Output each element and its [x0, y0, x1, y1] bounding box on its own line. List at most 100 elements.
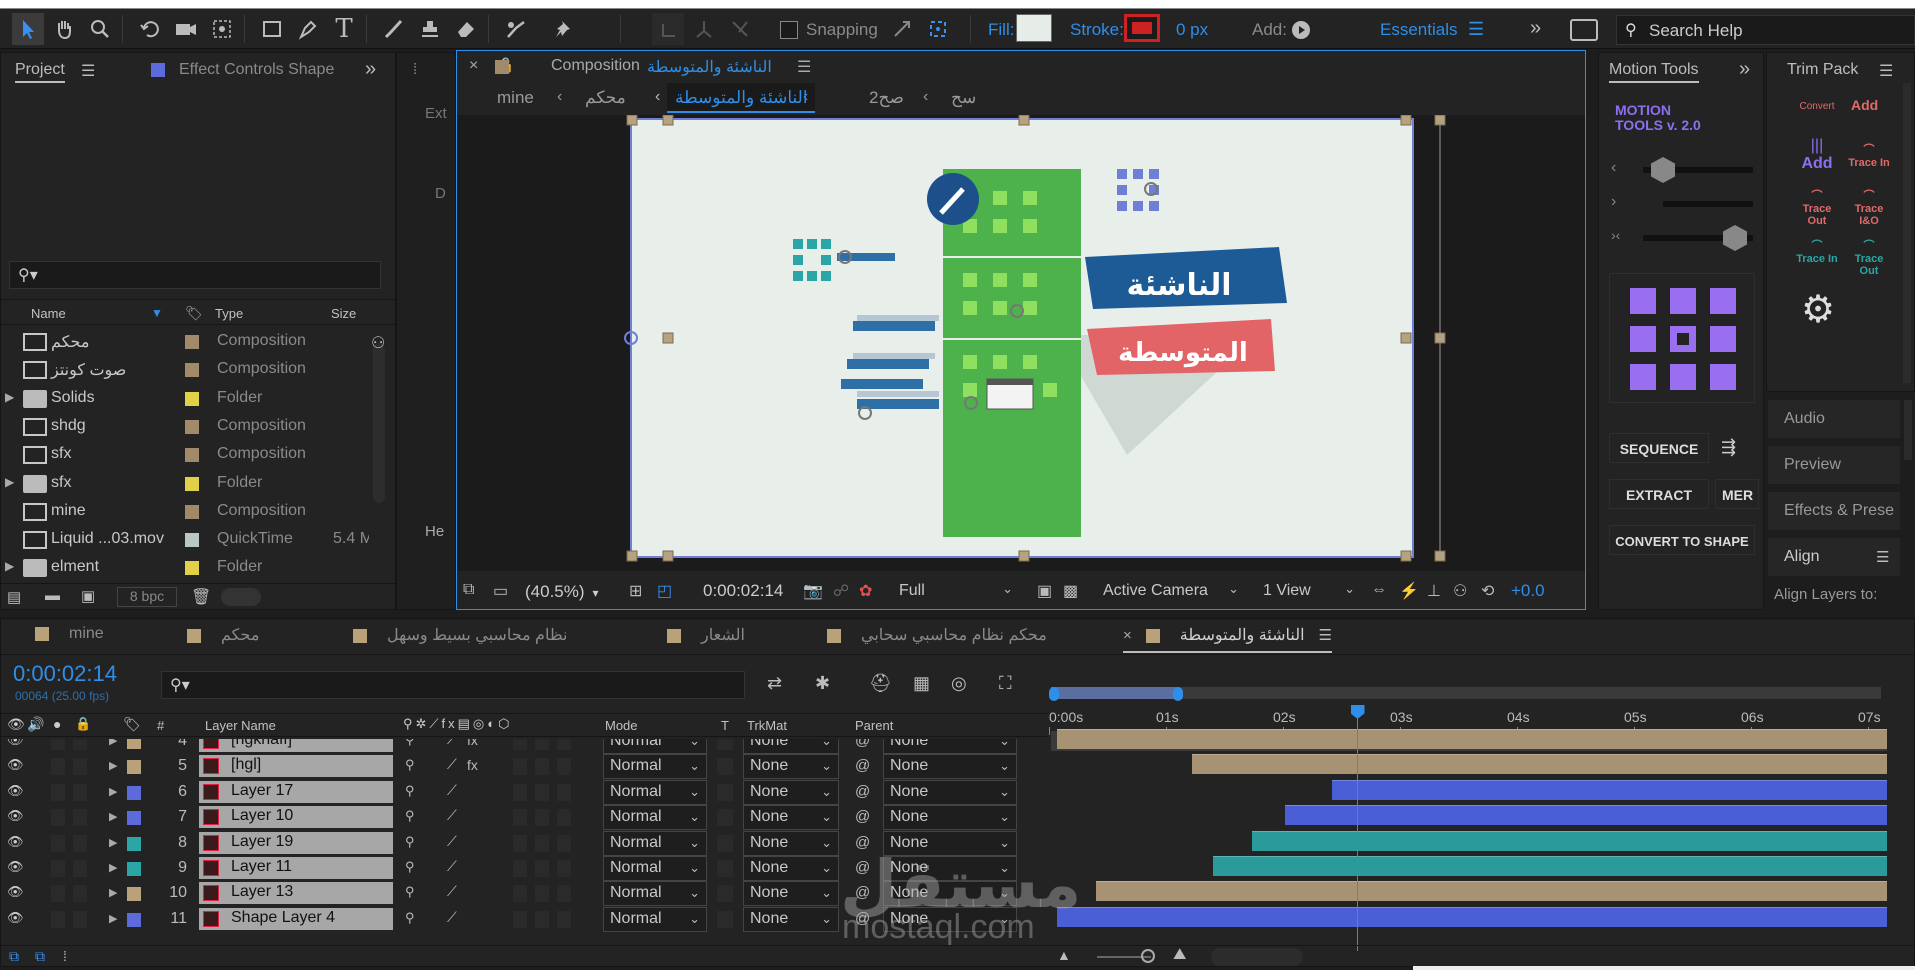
expand-arrow-icon[interactable]: ▶ [5, 390, 14, 404]
close-tab-icon[interactable]: × [469, 57, 478, 75]
eye-icon[interactable]: 👁 [7, 757, 24, 773]
solo-box[interactable] [51, 910, 65, 928]
mode-dropdown[interactable]: Normal ⌄ [603, 739, 707, 754]
expand-arrow-icon[interactable]: ▶ [109, 912, 117, 925]
motion-slider-2[interactable] [1663, 201, 1753, 207]
quality-switch-icon[interactable]: ⟋ [447, 782, 457, 799]
expand-arrow-icon[interactable]: ▶ [109, 836, 117, 849]
eraser-tool-icon[interactable] [450, 13, 482, 45]
gear-icon[interactable]: ⚙ [1801, 287, 1835, 332]
new-folder-icon[interactable]: ▬ [45, 587, 60, 604]
expand-arrow-icon[interactable]: ▶ [109, 759, 117, 772]
layer-label-swatch[interactable] [127, 739, 141, 749]
column-size[interactable]: Size [331, 306, 356, 321]
label-color-swatch[interactable] [185, 476, 199, 491]
motion-blur-icon[interactable]: ◎ [951, 673, 967, 694]
panel-overflow-icon[interactable]: » [365, 58, 376, 81]
audio-switch-icon[interactable]: 🔊 [27, 716, 44, 733]
world-axis-icon[interactable] [688, 13, 720, 45]
fast-preview-icon[interactable]: ⚡ [1399, 581, 1419, 601]
trkmat-dropdown[interactable]: None ⌄ [743, 739, 839, 754]
keyboard-shortcut-icon[interactable] [1570, 19, 1598, 41]
eye-icon[interactable]: 👁 [7, 834, 24, 850]
mode-dropdown[interactable]: Normal ⌄ [603, 881, 707, 907]
pickwhip-icon[interactable]: @ [855, 757, 870, 774]
layer-name-cell[interactable]: Layer 10 [199, 806, 393, 829]
eye-icon[interactable]: 👁 [7, 910, 24, 926]
camera-tool-icon[interactable] [170, 13, 202, 45]
merge-button[interactable]: MER [1715, 479, 1759, 509]
project-search-input[interactable]: ⚲▾ [9, 261, 381, 289]
layer-duration-bar[interactable] [1331, 779, 1887, 800]
layer-name-cell[interactable]: Layer 13 [199, 882, 393, 905]
add-property-icon[interactable] [1292, 21, 1310, 39]
eye-icon[interactable]: 👁 [7, 808, 24, 824]
project-item[interactable]: mine Composition [1, 498, 371, 526]
solo-box[interactable] [51, 809, 65, 827]
expand-arrow-icon[interactable]: ▶ [109, 886, 117, 899]
audio-panel-header[interactable]: Audio [1768, 400, 1900, 438]
label-color-swatch[interactable] [185, 504, 199, 519]
project-item[interactable]: محكم Composition [1, 328, 371, 356]
preview-panel-header[interactable]: Preview [1768, 446, 1900, 484]
trim-convert-button[interactable]: Convert [1795, 101, 1839, 112]
lock-box[interactable] [73, 885, 87, 903]
timeline-icon[interactable]: ⊥ [1427, 581, 1441, 601]
right-stack-scrollbar[interactable] [1904, 400, 1912, 460]
expand-arrow-icon[interactable]: ▶ [109, 785, 117, 798]
project-menu-icon[interactable]: ☰ [81, 61, 95, 81]
preserve-transparency-box[interactable] [717, 783, 733, 801]
solo-box[interactable] [51, 885, 65, 903]
layer-duration-bar[interactable] [1212, 856, 1887, 876]
expand-arrow-icon[interactable]: ▶ [109, 861, 117, 874]
layer-name-cell[interactable]: [hgkhaff] [199, 739, 393, 752]
project-scrollbar[interactable] [373, 343, 385, 503]
label-color-swatch[interactable] [185, 533, 199, 548]
brush-tool-icon[interactable] [378, 13, 410, 45]
mode-dropdown[interactable]: Normal ⌄ [603, 906, 707, 932]
stroke-width-value[interactable]: 0 px [1176, 20, 1208, 40]
quality-switch-icon[interactable]: ⟋ [447, 739, 457, 748]
solo-box[interactable] [51, 739, 65, 750]
rotate-tool-icon[interactable] [134, 13, 166, 45]
layer-switches-toggle-icon[interactable]: ⧉ [9, 948, 19, 965]
timeline-timecode[interactable]: 0:00:02:14 [13, 661, 117, 687]
mode-dropdown[interactable]: Normal ⌄ [603, 830, 707, 856]
comp-tab-prefix[interactable]: Composition [551, 57, 640, 75]
tab-menu-icon[interactable]: ☰ [1319, 627, 1332, 644]
chevron-left-icon[interactable]: ‹ [1611, 159, 1616, 177]
parent-dropdown[interactable]: None ⌄ [883, 805, 1017, 831]
preserve-transparency-box[interactable] [717, 860, 733, 877]
solo-box[interactable] [51, 860, 65, 877]
layer-name-cell[interactable]: Shape Layer 4 [199, 907, 393, 930]
type-tool-icon[interactable]: T [328, 13, 360, 45]
breadcrumb-item[interactable]: سح [951, 88, 976, 108]
column-layer-name[interactable]: Layer Name [205, 718, 276, 733]
timeline-tab[interactable]: mine [35, 625, 104, 653]
work-area-end-handle[interactable] [1173, 687, 1183, 701]
timeline-tab[interactable]: محكم نظام محاسبي سحابي [827, 625, 1047, 653]
layer-label-swatch[interactable] [127, 785, 141, 800]
comp-tab-name[interactable]: الناشئة والمتوسطة [647, 57, 772, 77]
camera-snapshot-icon[interactable]: 📷 [803, 581, 823, 601]
expand-arrow-icon[interactable]: ▶ [5, 475, 14, 489]
project-item[interactable]: ▶ Solids Folder [1, 385, 371, 413]
trash-icon[interactable]: 🗑 [191, 587, 211, 607]
reset-exposure-icon[interactable]: ⟲ [1481, 581, 1494, 601]
preserve-transparency-box[interactable] [717, 885, 733, 903]
layer-name-cell[interactable]: Layer 19 [199, 831, 393, 854]
quality-switch-icon[interactable]: ⟋ [447, 807, 457, 824]
comp-artwork[interactable]: الناشئة المتوسطة [457, 114, 1585, 571]
motion-tools-tab[interactable]: Motion Tools [1609, 61, 1699, 83]
trim-pack-menu-icon[interactable]: ☰ [1879, 61, 1893, 81]
zoom-in-icon[interactable]: ⛰ [1173, 946, 1186, 964]
trim-add-button[interactable]: Add [1851, 97, 1878, 113]
trkmat-dropdown[interactable]: None ⌄ [743, 805, 839, 831]
sequence-button[interactable]: SEQUENCE [1609, 433, 1709, 463]
pickwhip-icon[interactable]: @ [855, 783, 870, 800]
project-item[interactable]: Liquid ...03.mov QuickTime 5.4 M [1, 526, 371, 554]
quality-switch-icon[interactable]: ⟋ [447, 883, 457, 900]
workspace-essentials[interactable]: Essentials [1380, 20, 1457, 40]
breadcrumb-active[interactable]: الناشئة والمتوسطة ‹ [667, 83, 815, 113]
more-workspaces-icon[interactable]: » [1530, 17, 1541, 40]
